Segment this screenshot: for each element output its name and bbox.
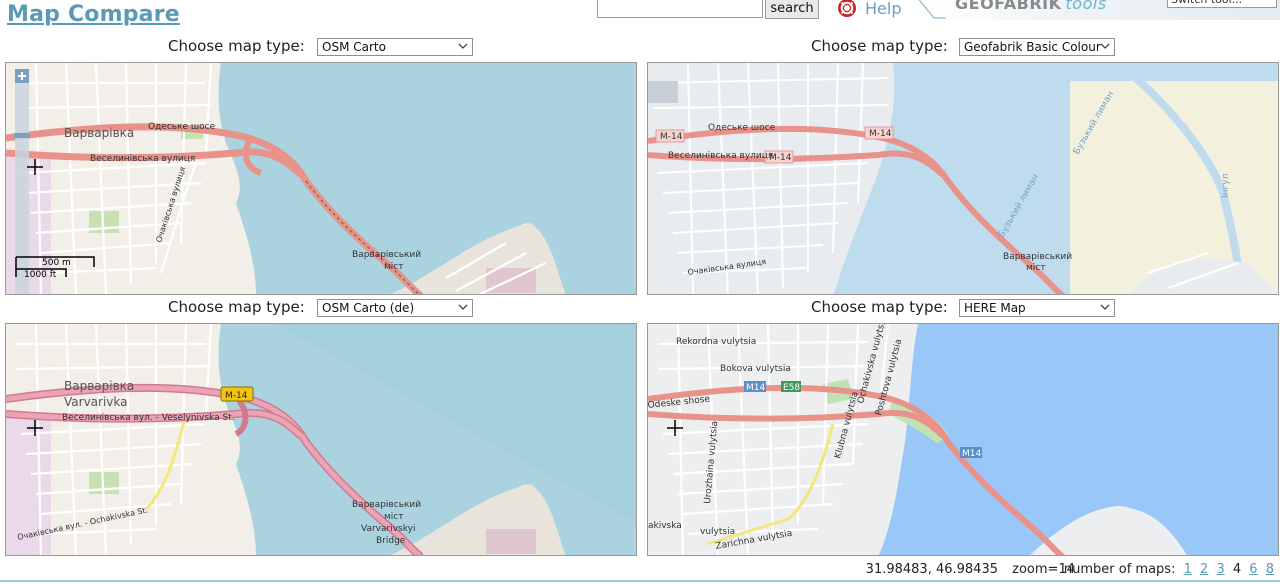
chevron-down-icon	[458, 304, 468, 310]
zoom-handle[interactable]	[14, 133, 30, 138]
map-panel-osm-carto-de[interactable]: M-14 Варварівка Varvarivka Веселинівська…	[5, 323, 637, 556]
switch-tool-select[interactable]: Switch tool...	[1167, 0, 1277, 8]
place-label: Varvarivka	[64, 395, 127, 409]
page-title[interactable]: Map Compare	[7, 2, 180, 27]
brand-slash-icon	[918, 0, 946, 19]
maps-link-2[interactable]: 2	[1200, 562, 1208, 577]
street-label: vulytsia	[700, 527, 735, 537]
scale-metric: 500 m	[42, 258, 71, 268]
bridge-label: міст	[384, 262, 403, 272]
bridge-label: Варварівський	[352, 500, 421, 510]
bridge-label: Варварівський	[352, 250, 421, 260]
landuse-area	[648, 81, 678, 103]
street-label: akivska	[648, 521, 682, 531]
route-label: E58	[783, 383, 800, 393]
street-label: Одеське шосе	[708, 123, 776, 133]
map-type-label: Choose map type:	[168, 298, 305, 316]
route-label: M14	[962, 449, 981, 459]
map-canvas[interactable]: M-14 M-14 M-14 Одеське шосе Веселинівськ…	[648, 63, 1279, 295]
header: Map Compare search Help GEOFABRIKtools S…	[0, 0, 1280, 30]
zoom-slider[interactable]	[15, 69, 29, 295]
scale-imperial: 1000 ft	[24, 270, 57, 280]
coordinates-readout: 31.98483, 46.98435	[865, 562, 998, 577]
chevron-down-icon	[458, 43, 468, 49]
bridge-label: міст	[384, 512, 403, 522]
chevron-down-icon	[1100, 304, 1110, 310]
street-label: Bokova vulytsia	[720, 364, 791, 374]
map-type-select[interactable]: Geofabrik Basic Colour	[959, 38, 1115, 56]
maps-link-1[interactable]: 1	[1184, 562, 1192, 577]
street-label: Rekordna vulytsia	[676, 337, 756, 347]
bottom-divider	[0, 580, 1280, 582]
maps-link-3[interactable]: 3	[1216, 562, 1224, 577]
place-label: Варварівка	[64, 126, 134, 140]
bridge-label: Варварівський	[1003, 252, 1072, 262]
brand-logo[interactable]: GEOFABRIK tools	[955, 0, 1107, 13]
water-label: Інгул	[1221, 174, 1231, 198]
map-panel-osm-carto[interactable]: Варварівка Одеське шосе Веселинівська ву…	[5, 62, 637, 295]
maps-link-6[interactable]: 6	[1249, 562, 1257, 577]
maps-current: 4	[1232, 562, 1242, 577]
help-label: Help	[865, 0, 902, 18]
map-type-select[interactable]: OSM Carto (de)	[317, 299, 473, 317]
bridge-label: міст	[1026, 263, 1045, 273]
number-of-maps-label: number of maps:	[1063, 562, 1176, 577]
map-type-value: OSM Carto	[322, 40, 386, 54]
water-area	[218, 63, 636, 294]
bridge-label: Bridge	[376, 536, 406, 546]
map-panel-geofabrik[interactable]: M-14 M-14 M-14 Одеське шосе Веселинівськ…	[647, 62, 1279, 295]
street-label: Веселинівська вулиця	[668, 151, 773, 161]
map-canvas[interactable]: M14 E58 M14 Rekordna vulytsia Bokova vul…	[648, 324, 1279, 556]
map-type-label: Choose map type:	[168, 37, 305, 55]
bridge-label: Varvarivskyi	[361, 524, 415, 534]
map-type-select[interactable]: HERE Map	[959, 299, 1115, 317]
help-link[interactable]: Help	[838, 0, 901, 19]
chevron-down-icon	[1100, 43, 1110, 49]
landuse-area	[486, 529, 536, 554]
map-type-label: Choose map type:	[811, 298, 948, 316]
route-label: M14	[746, 383, 765, 393]
route-label: M-14	[225, 391, 248, 401]
map-canvas[interactable]: Варварівка Одеське шосе Веселинівська ву…	[6, 63, 637, 295]
map-type-value: Geofabrik Basic Colour	[964, 40, 1101, 54]
maps-link-8[interactable]: 8	[1266, 562, 1274, 577]
map-type-value: HERE Map	[964, 301, 1026, 315]
lifebuoy-icon	[838, 0, 856, 17]
number-of-maps: number of maps: 1 2 3 4 6 8	[1064, 562, 1274, 577]
map-type-select[interactable]: OSM Carto	[317, 38, 473, 56]
place-label: Варварівка	[64, 379, 134, 393]
search-input[interactable]	[597, 0, 763, 18]
map-canvas[interactable]: M-14 Варварівка Varvarivka Веселинівська…	[6, 324, 637, 556]
search-button[interactable]: search	[765, 0, 819, 19]
map-panel-here[interactable]: M14 E58 M14 Rekordna vulytsia Bokova vul…	[647, 323, 1279, 556]
map-type-label: Choose map type:	[811, 37, 948, 55]
route-label: M-14	[660, 132, 683, 142]
map-type-value: OSM Carto (de)	[322, 301, 415, 315]
street-label: Одеське шосе	[148, 122, 216, 132]
footer: 31.98483, 46.98435 zoom=14 number of map…	[0, 561, 1280, 581]
brand-name: GEOFABRIK	[955, 0, 1062, 13]
brand-suffix: tools	[1065, 0, 1107, 13]
street-label: Веселинівська вул. - Veselynivska St.	[62, 413, 235, 423]
route-label: M-14	[869, 129, 892, 139]
street-label: Веселинівська вулиця	[90, 154, 195, 164]
